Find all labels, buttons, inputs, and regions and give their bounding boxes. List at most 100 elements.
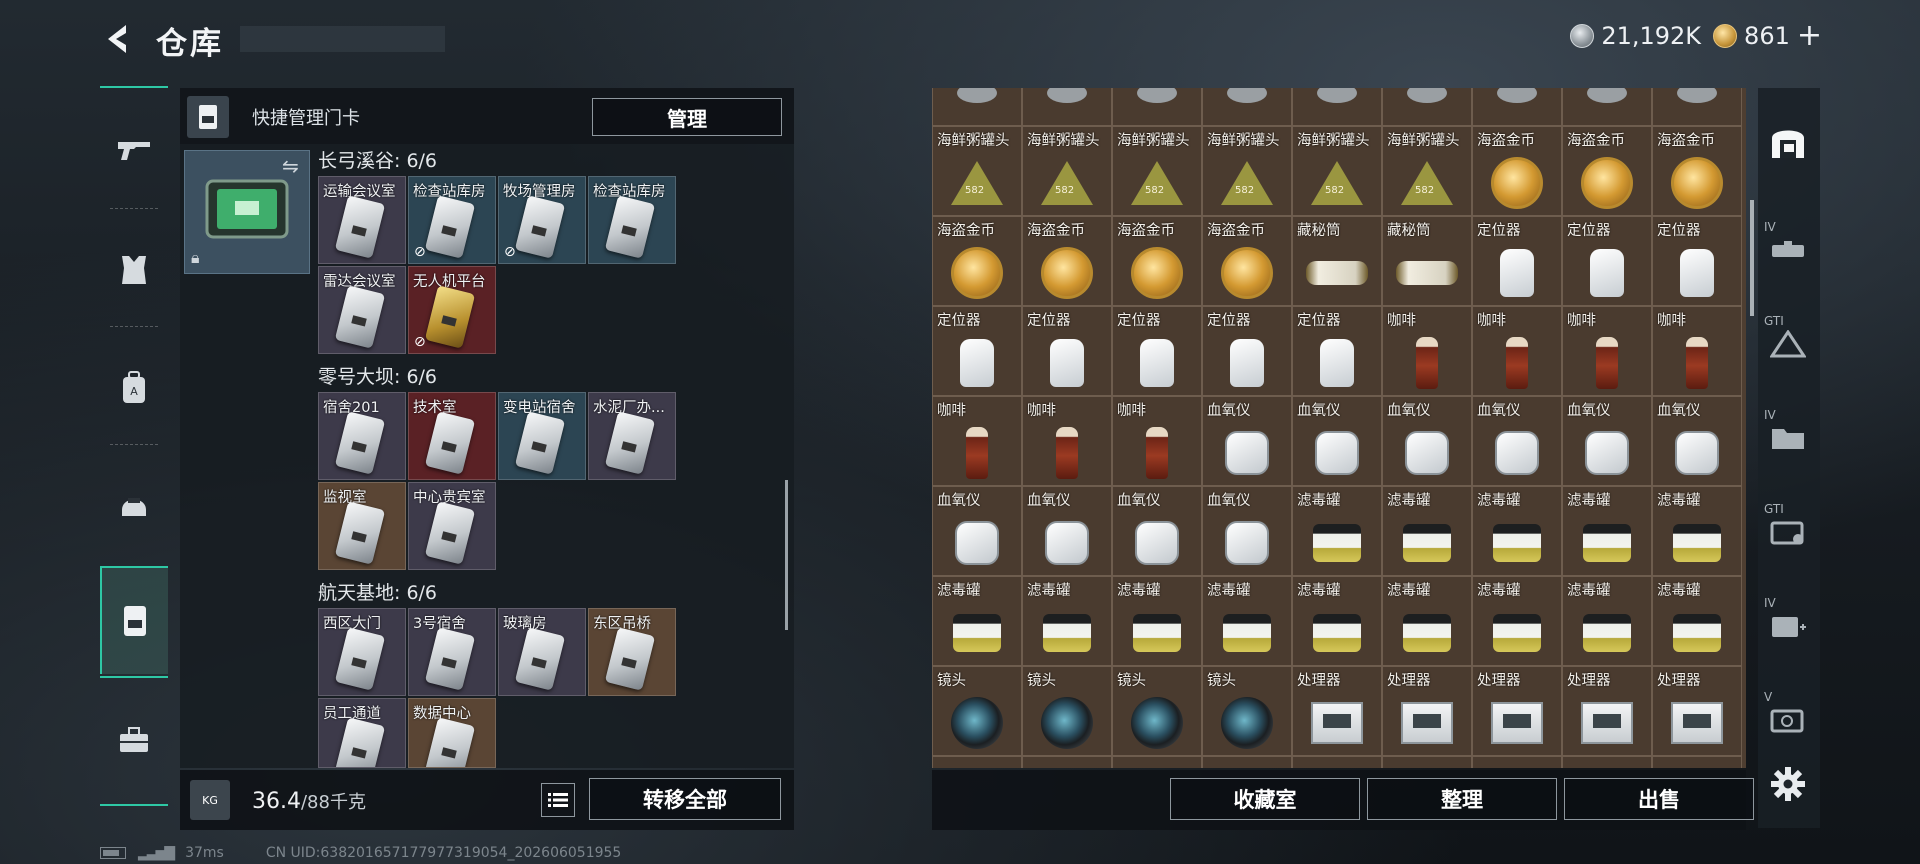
keycard-slot[interactable]: 牧场管理房 ⊘ bbox=[498, 176, 586, 264]
storage-item-cell[interactable]: 血氧仪 bbox=[1112, 486, 1202, 576]
storage-item-cell[interactable]: 咖啡 bbox=[1022, 396, 1112, 486]
storage-item-cell[interactable]: 咖啡 bbox=[1382, 306, 1472, 396]
folder-case-tab[interactable] bbox=[1762, 410, 1814, 466]
storage-home-tab[interactable] bbox=[1762, 114, 1814, 170]
storage-item-cell[interactable] bbox=[1472, 756, 1562, 768]
storage-item-cell[interactable] bbox=[1562, 756, 1652, 768]
storage-item-cell[interactable] bbox=[1292, 756, 1382, 768]
keycard-slot[interactable]: 玻璃房 bbox=[498, 608, 586, 696]
storage-item-cell[interactable]: 血氧仪 bbox=[1472, 396, 1562, 486]
keycard-slot[interactable]: 监视室 bbox=[318, 482, 406, 570]
storage-item-cell[interactable]: 咖啡 bbox=[1562, 306, 1652, 396]
storage-item-cell[interactable]: 滤毒罐 bbox=[1652, 576, 1742, 666]
storage-item-cell[interactable]: 血氧仪 bbox=[1652, 396, 1742, 486]
storage-item-cell[interactable] bbox=[1382, 756, 1472, 768]
medical-case-tab[interactable] bbox=[1762, 598, 1814, 654]
keycard-slot[interactable]: 技术室 bbox=[408, 392, 496, 480]
storage-item-cell[interactable] bbox=[1112, 756, 1202, 768]
transfer-all-button[interactable]: 转移全部 bbox=[589, 778, 781, 820]
storage-item-cell[interactable]: 滤毒罐 bbox=[1562, 486, 1652, 576]
storage-item-cell[interactable]: 处理器 bbox=[1472, 666, 1562, 756]
storage-item-cell[interactable]: 血氧仪 bbox=[1022, 486, 1112, 576]
storage-item-cell[interactable]: 血氧仪 bbox=[932, 486, 1022, 576]
nav-keycard[interactable] bbox=[100, 566, 168, 674]
storage-item-cell[interactable]: 咖啡 bbox=[932, 396, 1022, 486]
storage-item-cell[interactable]: 滤毒罐 bbox=[1382, 576, 1472, 666]
sell-button[interactable]: 出售 bbox=[1564, 778, 1754, 820]
storage-item-cell[interactable] bbox=[1652, 756, 1742, 768]
storage-item-cell[interactable]: 血氧仪 bbox=[1382, 396, 1472, 486]
keycard-slot[interactable]: 宿舍201 bbox=[318, 392, 406, 480]
keycard-slot[interactable]: 检查站库房 bbox=[588, 176, 676, 264]
storage-item-cell[interactable]: 咖啡 bbox=[1112, 396, 1202, 486]
storage-item-cell[interactable]: 海鲜粥罐头 bbox=[1112, 126, 1202, 216]
manage-button[interactable]: 管理 bbox=[592, 98, 782, 136]
storage-item-cell[interactable] bbox=[1112, 88, 1202, 126]
storage-item-cell[interactable]: 滤毒罐 bbox=[1292, 486, 1382, 576]
storage-item-cell[interactable]: 海盗金币 bbox=[1472, 126, 1562, 216]
storage-item-cell[interactable]: 藏秘筒 bbox=[1382, 216, 1472, 306]
storage-item-cell[interactable]: 海盗金币 bbox=[1202, 216, 1292, 306]
storage-item-cell[interactable]: 滤毒罐 bbox=[1022, 576, 1112, 666]
storage-item-cell[interactable]: 滤毒罐 bbox=[1652, 486, 1742, 576]
storage-scrollbar[interactable] bbox=[1750, 200, 1754, 316]
storage-item-cell[interactable]: 滤毒罐 bbox=[1562, 576, 1652, 666]
storage-item-cell[interactable]: 定位器 bbox=[1202, 306, 1292, 396]
armor-case-tab[interactable] bbox=[1762, 316, 1814, 372]
storage-item-cell[interactable] bbox=[1202, 88, 1292, 126]
storage-item-cell[interactable]: 处理器 bbox=[1562, 666, 1652, 756]
storage-item-cell[interactable]: 咖啡 bbox=[1652, 306, 1742, 396]
storage-item-cell[interactable]: 藏秘筒 bbox=[1292, 216, 1382, 306]
keycard-slot[interactable]: 数据中心 bbox=[408, 698, 496, 768]
storage-item-cell[interactable]: 处理器 bbox=[1292, 666, 1382, 756]
settings-button[interactable] bbox=[1762, 756, 1814, 812]
storage-item-cell[interactable]: 滤毒罐 bbox=[1112, 576, 1202, 666]
storage-item-cell[interactable]: 滤毒罐 bbox=[1472, 576, 1562, 666]
storage-item-cell[interactable] bbox=[1292, 88, 1382, 126]
storage-item-cell[interactable]: 滤毒罐 bbox=[932, 576, 1022, 666]
nav-helmet[interactable] bbox=[100, 450, 168, 558]
storage-item-cell[interactable]: 处理器 bbox=[1382, 666, 1472, 756]
storage-item-cell[interactable]: 海鲜粥罐头 bbox=[1382, 126, 1472, 216]
storage-item-cell[interactable]: 定位器 bbox=[932, 306, 1022, 396]
storage-item-cell[interactable]: 镜头 bbox=[1202, 666, 1292, 756]
storage-item-cell[interactable] bbox=[1022, 756, 1112, 768]
gti-case-tab[interactable] bbox=[1762, 504, 1814, 560]
keycard-slot[interactable]: 运输会议室 bbox=[318, 176, 406, 264]
storage-item-cell[interactable]: 定位器 bbox=[1112, 306, 1202, 396]
storage-item-cell[interactable]: 定位器 bbox=[1652, 216, 1742, 306]
storage-item-cell[interactable]: 海鲜粥罐头 bbox=[932, 126, 1022, 216]
keycard-slot[interactable]: 东区吊桥 bbox=[588, 608, 676, 696]
storage-item-cell[interactable] bbox=[1202, 756, 1292, 768]
keycard-slot[interactable]: 变电站宿舍 bbox=[498, 392, 586, 480]
storage-item-cell[interactable]: 定位器 bbox=[1472, 216, 1562, 306]
keycard-slot[interactable]: 员工通道 bbox=[318, 698, 406, 768]
keycard-slot[interactable]: 雷达会议室 bbox=[318, 266, 406, 354]
storage-item-cell[interactable]: 血氧仪 bbox=[1292, 396, 1382, 486]
keycard-slot[interactable]: 中心贵宾室 bbox=[408, 482, 496, 570]
storage-item-cell[interactable]: 滤毒罐 bbox=[1382, 486, 1472, 576]
storage-item-cell[interactable]: 镜头 bbox=[932, 666, 1022, 756]
storage-item-cell[interactable]: 海盗金币 bbox=[1022, 216, 1112, 306]
storage-item-cell[interactable]: 海鲜粥罐头 bbox=[1022, 126, 1112, 216]
storage-item-cell[interactable]: 咖啡 bbox=[1472, 306, 1562, 396]
add-currency-icon[interactable]: + bbox=[1797, 21, 1822, 51]
keycard-slot[interactable]: 检查站库房 ⊘ bbox=[408, 176, 496, 264]
storage-item-cell[interactable]: 处理器 bbox=[1652, 666, 1742, 756]
storage-item-cell[interactable]: 海盗金币 bbox=[1652, 126, 1742, 216]
storage-item-cell[interactable]: 海盗金币 bbox=[1562, 126, 1652, 216]
storage-item-cell[interactable]: 海鲜粥罐头 bbox=[1202, 126, 1292, 216]
storage-item-cell[interactable] bbox=[1472, 88, 1562, 126]
back-button[interactable] bbox=[96, 18, 142, 60]
storage-item-cell[interactable]: 滤毒罐 bbox=[1472, 486, 1562, 576]
keycard-slot[interactable]: 3号宿舍 bbox=[408, 608, 496, 696]
storage-item-cell[interactable]: 镜头 bbox=[1022, 666, 1112, 756]
safe-case-tab[interactable] bbox=[1762, 692, 1814, 748]
sort-button[interactable]: 整理 bbox=[1367, 778, 1557, 820]
storage-item-cell[interactable]: 定位器 bbox=[1292, 306, 1382, 396]
swap-icon[interactable]: ⇋ bbox=[282, 154, 299, 178]
storage-item-cell[interactable]: 定位器 bbox=[1562, 216, 1652, 306]
nav-toolbox[interactable] bbox=[100, 686, 168, 794]
storage-item-cell[interactable] bbox=[1022, 88, 1112, 126]
keycard-slot[interactable]: 西区大门 bbox=[318, 608, 406, 696]
